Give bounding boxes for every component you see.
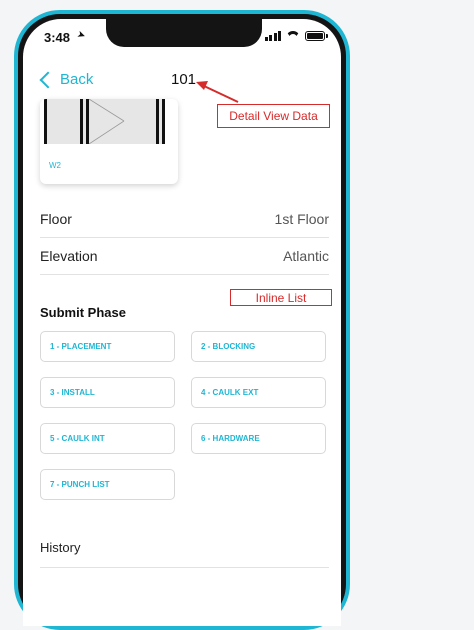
window-card[interactable]: W2 xyxy=(40,99,178,184)
back-button[interactable]: Back xyxy=(39,71,93,88)
notch xyxy=(106,19,262,47)
floor-value: 1st Floor xyxy=(274,210,329,227)
signal-icon xyxy=(264,31,281,41)
submit-phase-title: Submit Phase xyxy=(40,305,126,320)
phase-button-install[interactable]: 3 - INSTALL xyxy=(40,377,175,408)
phase-button-caulk-ext[interactable]: 4 - CAULK EXT xyxy=(191,377,326,408)
location-arrow-icon: ➤ xyxy=(75,28,88,43)
phone-frame: 3:48 ➤ Back 101 W2 Floor 1st Floor Eleva… xyxy=(14,10,350,630)
status-time: 3:48 xyxy=(44,30,71,45)
back-label: Back xyxy=(60,71,94,88)
elevation-value: Atlantic xyxy=(283,247,329,264)
floor-label: Floor xyxy=(40,210,72,227)
chevron-left-icon xyxy=(39,71,57,88)
annotation-inline-list: Inline List xyxy=(230,289,332,306)
detail-row-floor: Floor 1st Floor xyxy=(40,200,329,238)
window-drawing xyxy=(44,99,165,144)
wifi-icon xyxy=(286,31,300,41)
phase-button-blocking[interactable]: 2 - BLOCKING xyxy=(191,331,326,362)
status-icons xyxy=(264,31,328,41)
detail-row-elevation: Elevation Atlantic xyxy=(40,237,329,275)
card-label: W2 xyxy=(49,161,61,170)
phase-button-punch-list[interactable]: 7 - PUNCH LIST xyxy=(40,469,175,500)
history-label: History xyxy=(40,540,81,555)
elevation-label: Elevation xyxy=(40,247,98,264)
battery-icon xyxy=(305,31,328,41)
annotation-detail-view: Detail View Data xyxy=(217,104,330,128)
phase-button-caulk-int[interactable]: 5 - CAULK INT xyxy=(40,423,175,454)
divider xyxy=(40,567,329,568)
annotation-arrow-icon xyxy=(196,81,239,103)
phase-button-hardware[interactable]: 6 - HARDWARE xyxy=(191,423,326,454)
phase-button-placement[interactable]: 1 - PLACEMENT xyxy=(40,331,175,362)
